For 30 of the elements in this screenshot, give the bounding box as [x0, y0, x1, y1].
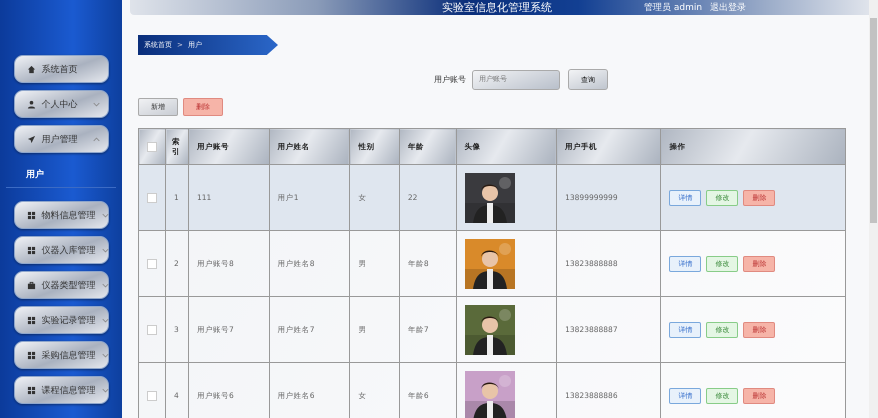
person-icon [26, 100, 36, 108]
grid-icon [26, 316, 36, 324]
send-icon [26, 134, 36, 144]
app-title: 实验室信息化管理系统 [442, 0, 552, 15]
menu-item[interactable]: 用户管理 [14, 125, 108, 153]
checkbox[interactable] [147, 192, 157, 202]
checkbox[interactable] [147, 258, 157, 268]
submenu-item[interactable]: 用户 [6, 162, 116, 188]
menu-item[interactable]: 仪器入库管理 [14, 236, 108, 264]
menu-item[interactable]: 实验记录管理 [14, 306, 108, 334]
grid-icon [26, 246, 36, 254]
menu-item[interactable]: 系统首页 [14, 55, 108, 83]
menu-item[interactable]: 课程信息管理 [14, 376, 108, 404]
search-label: 用户账号 [434, 74, 466, 85]
checkbox[interactable] [147, 324, 157, 334]
briefcase-icon [26, 280, 36, 290]
grid-icon [26, 350, 36, 360]
user-label: 管理员 admin [644, 2, 702, 14]
scroll-thumb[interactable] [870, 18, 877, 223]
menu-item[interactable]: 个人中心 [14, 90, 108, 118]
scrollbar[interactable] [869, 0, 878, 418]
grid-icon [26, 210, 36, 220]
checkbox[interactable] [147, 142, 157, 152]
home-icon [26, 64, 36, 74]
logout-link[interactable]: 退出登录 [710, 1, 746, 14]
checkbox[interactable] [147, 390, 157, 400]
menu-item[interactable]: 仪器类型管理 [14, 271, 108, 299]
grid-icon [26, 386, 36, 394]
menu-item[interactable]: 物料信息管理 [14, 201, 108, 229]
menu-item[interactable]: 采购信息管理 [14, 341, 108, 369]
